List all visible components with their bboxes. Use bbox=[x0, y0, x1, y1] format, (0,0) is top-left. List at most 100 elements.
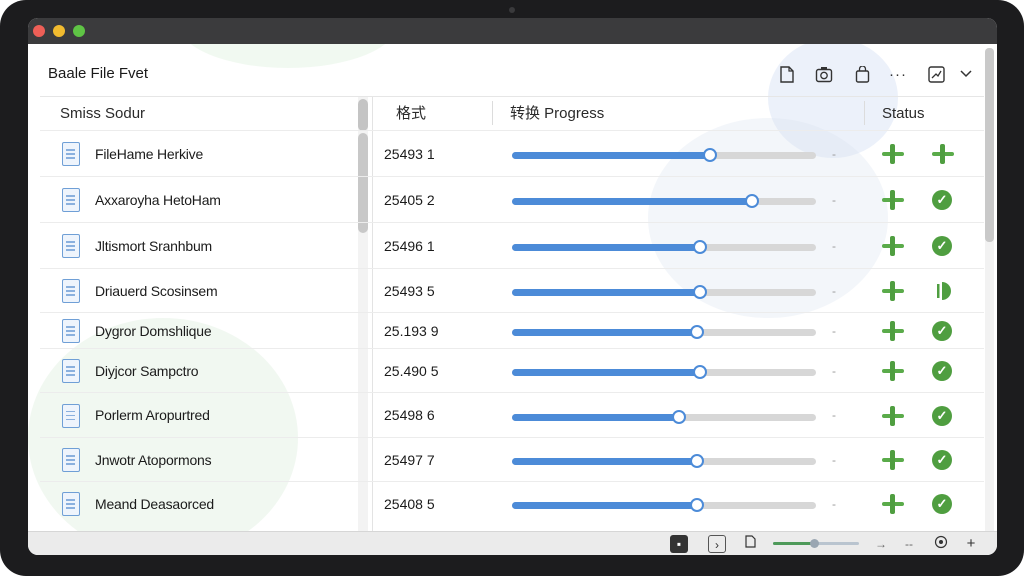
maximize-button[interactable] bbox=[73, 25, 85, 37]
table-row[interactable]: Dygror Domshlique 25.193 9 - ✓ bbox=[40, 312, 984, 348]
file-value: 25.490 5 bbox=[384, 363, 439, 379]
table-row[interactable]: Jnwotr Atopormons 25497 7 - ✓ bbox=[40, 437, 984, 481]
file-icon bbox=[62, 319, 80, 343]
check-circle-icon[interactable]: ✓ bbox=[932, 361, 952, 381]
plus-status-icon[interactable] bbox=[882, 190, 904, 210]
progress-bar[interactable] bbox=[512, 409, 816, 424]
plus-status-icon[interactable] bbox=[882, 494, 904, 514]
plus-status-icon[interactable] bbox=[932, 144, 954, 164]
column-divider bbox=[864, 101, 865, 125]
progress-knob[interactable] bbox=[690, 498, 704, 512]
progress-knob[interactable] bbox=[693, 240, 707, 254]
progress-fill bbox=[512, 502, 697, 509]
progress-knob[interactable] bbox=[690, 325, 704, 339]
progress-dash: - bbox=[832, 324, 836, 338]
table-row[interactable]: Driauerd Scosinsem 25493 5 - bbox=[40, 268, 984, 312]
zoom-slider[interactable] bbox=[773, 539, 859, 548]
progress-knob[interactable] bbox=[693, 365, 707, 379]
column-header-status[interactable]: Status bbox=[882, 97, 925, 130]
plus-status-icon[interactable] bbox=[882, 361, 904, 381]
progress-knob[interactable] bbox=[672, 409, 686, 424]
file-icon bbox=[62, 359, 80, 383]
column-header-progress[interactable]: 转换 Progress bbox=[510, 97, 604, 130]
check-circle-icon[interactable]: ✓ bbox=[932, 405, 952, 426]
progress-bar[interactable] bbox=[512, 194, 816, 208]
document-icon[interactable] bbox=[775, 62, 799, 86]
file-name: Diyjcor Sampctro bbox=[95, 363, 199, 379]
status-bar: ▪ › → -- + bbox=[28, 531, 997, 555]
more-icon[interactable]: ··· bbox=[886, 62, 910, 86]
plus-status-icon[interactable] bbox=[882, 405, 904, 426]
eye-icon[interactable] bbox=[932, 535, 950, 553]
progress-bar[interactable] bbox=[512, 454, 816, 468]
table-row[interactable]: FileHame Herkive 25493 1 - bbox=[40, 130, 984, 176]
progress-fill bbox=[512, 152, 710, 159]
file-value: 25493 1 bbox=[384, 146, 435, 162]
file-value: 25.193 9 bbox=[384, 323, 439, 339]
file-table: Smiss Sodur 格式 转换 Progress Status FileHa… bbox=[40, 96, 984, 537]
column-header-name[interactable]: Smiss Sodur bbox=[60, 97, 145, 130]
progress-knob[interactable] bbox=[745, 194, 759, 208]
progress-knob[interactable] bbox=[703, 148, 717, 162]
column-header-format[interactable]: 格式 bbox=[396, 97, 426, 130]
progress-bar[interactable] bbox=[512, 148, 816, 162]
table-row[interactable]: Meand Deasaorced 25408 5 - ✓ bbox=[40, 481, 984, 525]
file-icon bbox=[62, 492, 80, 516]
table-row[interactable]: Jltismort Sranhbum 25496 1 - ✓ bbox=[40, 222, 984, 268]
table-row[interactable]: Diyjcor Sampctro 25.490 5 - ✓ bbox=[40, 348, 984, 392]
file-value: 25496 1 bbox=[384, 238, 435, 254]
view-icon[interactable]: ▪ bbox=[670, 535, 688, 553]
plus-status-icon[interactable] bbox=[882, 321, 904, 341]
progress-dash: - bbox=[832, 364, 836, 378]
check-circle-icon[interactable]: ✓ bbox=[932, 450, 952, 470]
check-circle-icon[interactable]: ✓ bbox=[932, 321, 952, 341]
terminal-icon[interactable]: › bbox=[708, 535, 726, 553]
arrow-right-icon[interactable]: → bbox=[872, 535, 890, 553]
progress-dash: - bbox=[832, 408, 836, 422]
bag-icon[interactable] bbox=[850, 62, 874, 86]
check-circle-icon[interactable]: ✓ bbox=[932, 236, 952, 256]
chevron-down-icon[interactable] bbox=[954, 62, 978, 86]
table-row[interactable]: Axxaroyha HetoHam 25405 2 - ✓ bbox=[40, 176, 984, 222]
file-value: 25493 5 bbox=[384, 283, 435, 299]
page-icon[interactable] bbox=[741, 535, 759, 553]
file-icon bbox=[62, 448, 80, 472]
progress-knob[interactable] bbox=[693, 285, 707, 299]
zoom-slider-knob[interactable] bbox=[810, 539, 819, 548]
check-circle-icon[interactable]: ✓ bbox=[932, 494, 952, 514]
progress-dash: - bbox=[832, 147, 836, 161]
progress-dash: - bbox=[832, 284, 836, 298]
left-pane-scrollbar-thumb[interactable] bbox=[358, 99, 368, 131]
half-circle-icon[interactable] bbox=[932, 281, 952, 301]
table-row[interactable]: Porlerm Aropurtred 25498 6 - ✓ bbox=[40, 392, 984, 437]
add-icon[interactable]: + bbox=[962, 535, 980, 553]
file-value: 25405 2 bbox=[384, 192, 435, 208]
rotate-icon[interactable] bbox=[812, 62, 836, 86]
plus-status-icon[interactable] bbox=[882, 144, 904, 164]
minimize-button[interactable] bbox=[53, 25, 65, 37]
window-titlebar bbox=[28, 18, 997, 44]
file-value: 25498 6 bbox=[384, 407, 435, 423]
progress-bar[interactable] bbox=[512, 365, 816, 379]
progress-knob[interactable] bbox=[690, 454, 704, 468]
progress-dash: - bbox=[832, 453, 836, 467]
progress-bar[interactable] bbox=[512, 325, 816, 339]
column-divider bbox=[492, 101, 493, 125]
plus-status-icon[interactable] bbox=[882, 281, 904, 301]
vertical-scrollbar-thumb[interactable] bbox=[985, 48, 994, 242]
progress-bar[interactable] bbox=[512, 240, 816, 254]
file-value: 25497 7 bbox=[384, 452, 435, 468]
progress-fill bbox=[512, 369, 700, 376]
progress-bar[interactable] bbox=[512, 498, 816, 512]
chart-icon[interactable] bbox=[924, 62, 948, 86]
plus-status-icon[interactable] bbox=[882, 236, 904, 256]
check-circle-icon[interactable]: ✓ bbox=[932, 190, 952, 210]
progress-bar[interactable] bbox=[512, 285, 816, 299]
zoom-slider-fill bbox=[773, 542, 814, 545]
plus-status-icon[interactable] bbox=[882, 450, 904, 470]
close-button[interactable] bbox=[33, 25, 45, 37]
progress-fill bbox=[512, 289, 700, 296]
progress-fill bbox=[512, 329, 697, 336]
file-name: Porlerm Aropurtred bbox=[95, 407, 210, 423]
progress-dash: - bbox=[832, 193, 836, 207]
